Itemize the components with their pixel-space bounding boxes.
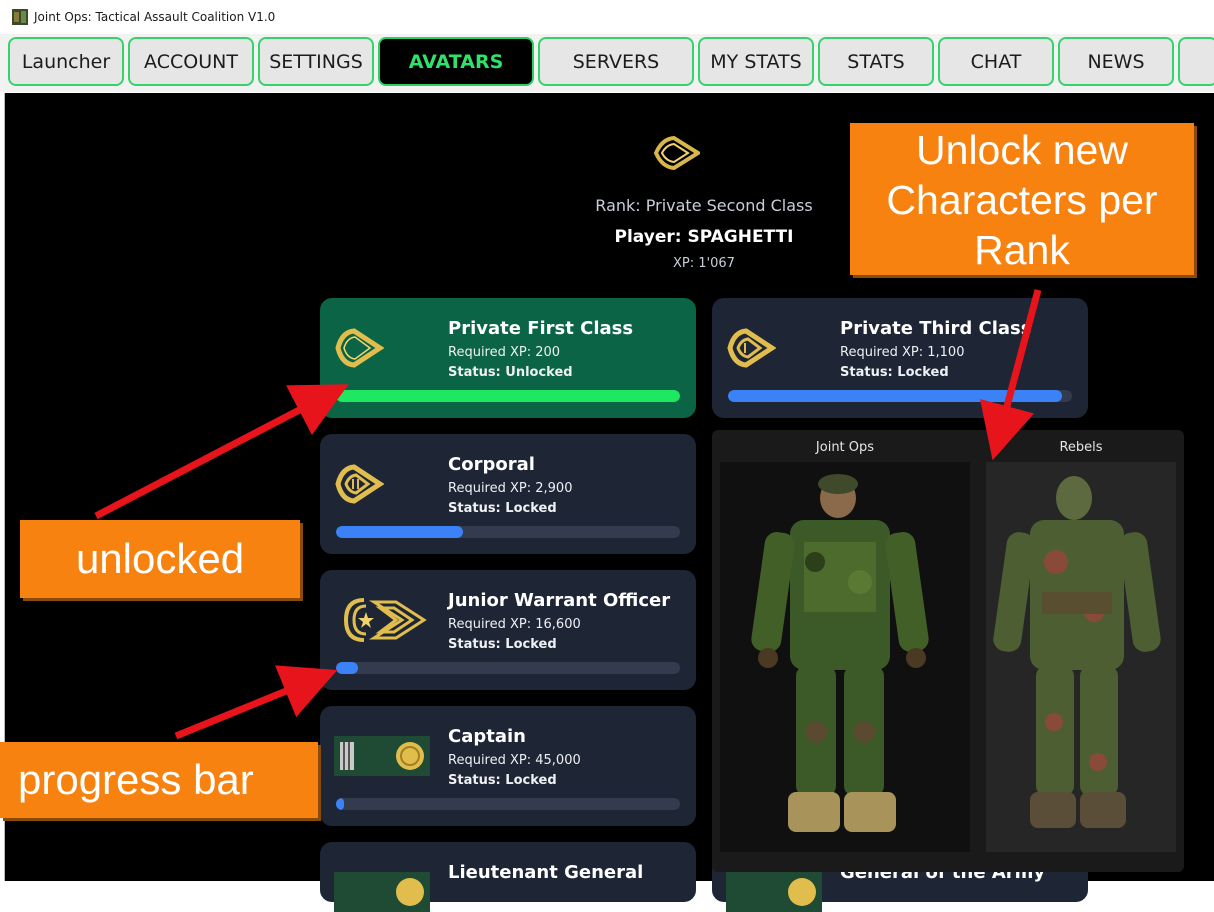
callout-unlock-characters: Unlock new Characters per Rank xyxy=(850,123,1194,275)
arrow-progress-bar xyxy=(174,665,338,740)
callout-progress-bar: progress bar xyxy=(0,742,318,818)
callout-unlocked: unlocked xyxy=(20,520,300,598)
arrow-unlocked xyxy=(94,384,349,520)
arrow-unlock-characters xyxy=(979,289,1042,461)
